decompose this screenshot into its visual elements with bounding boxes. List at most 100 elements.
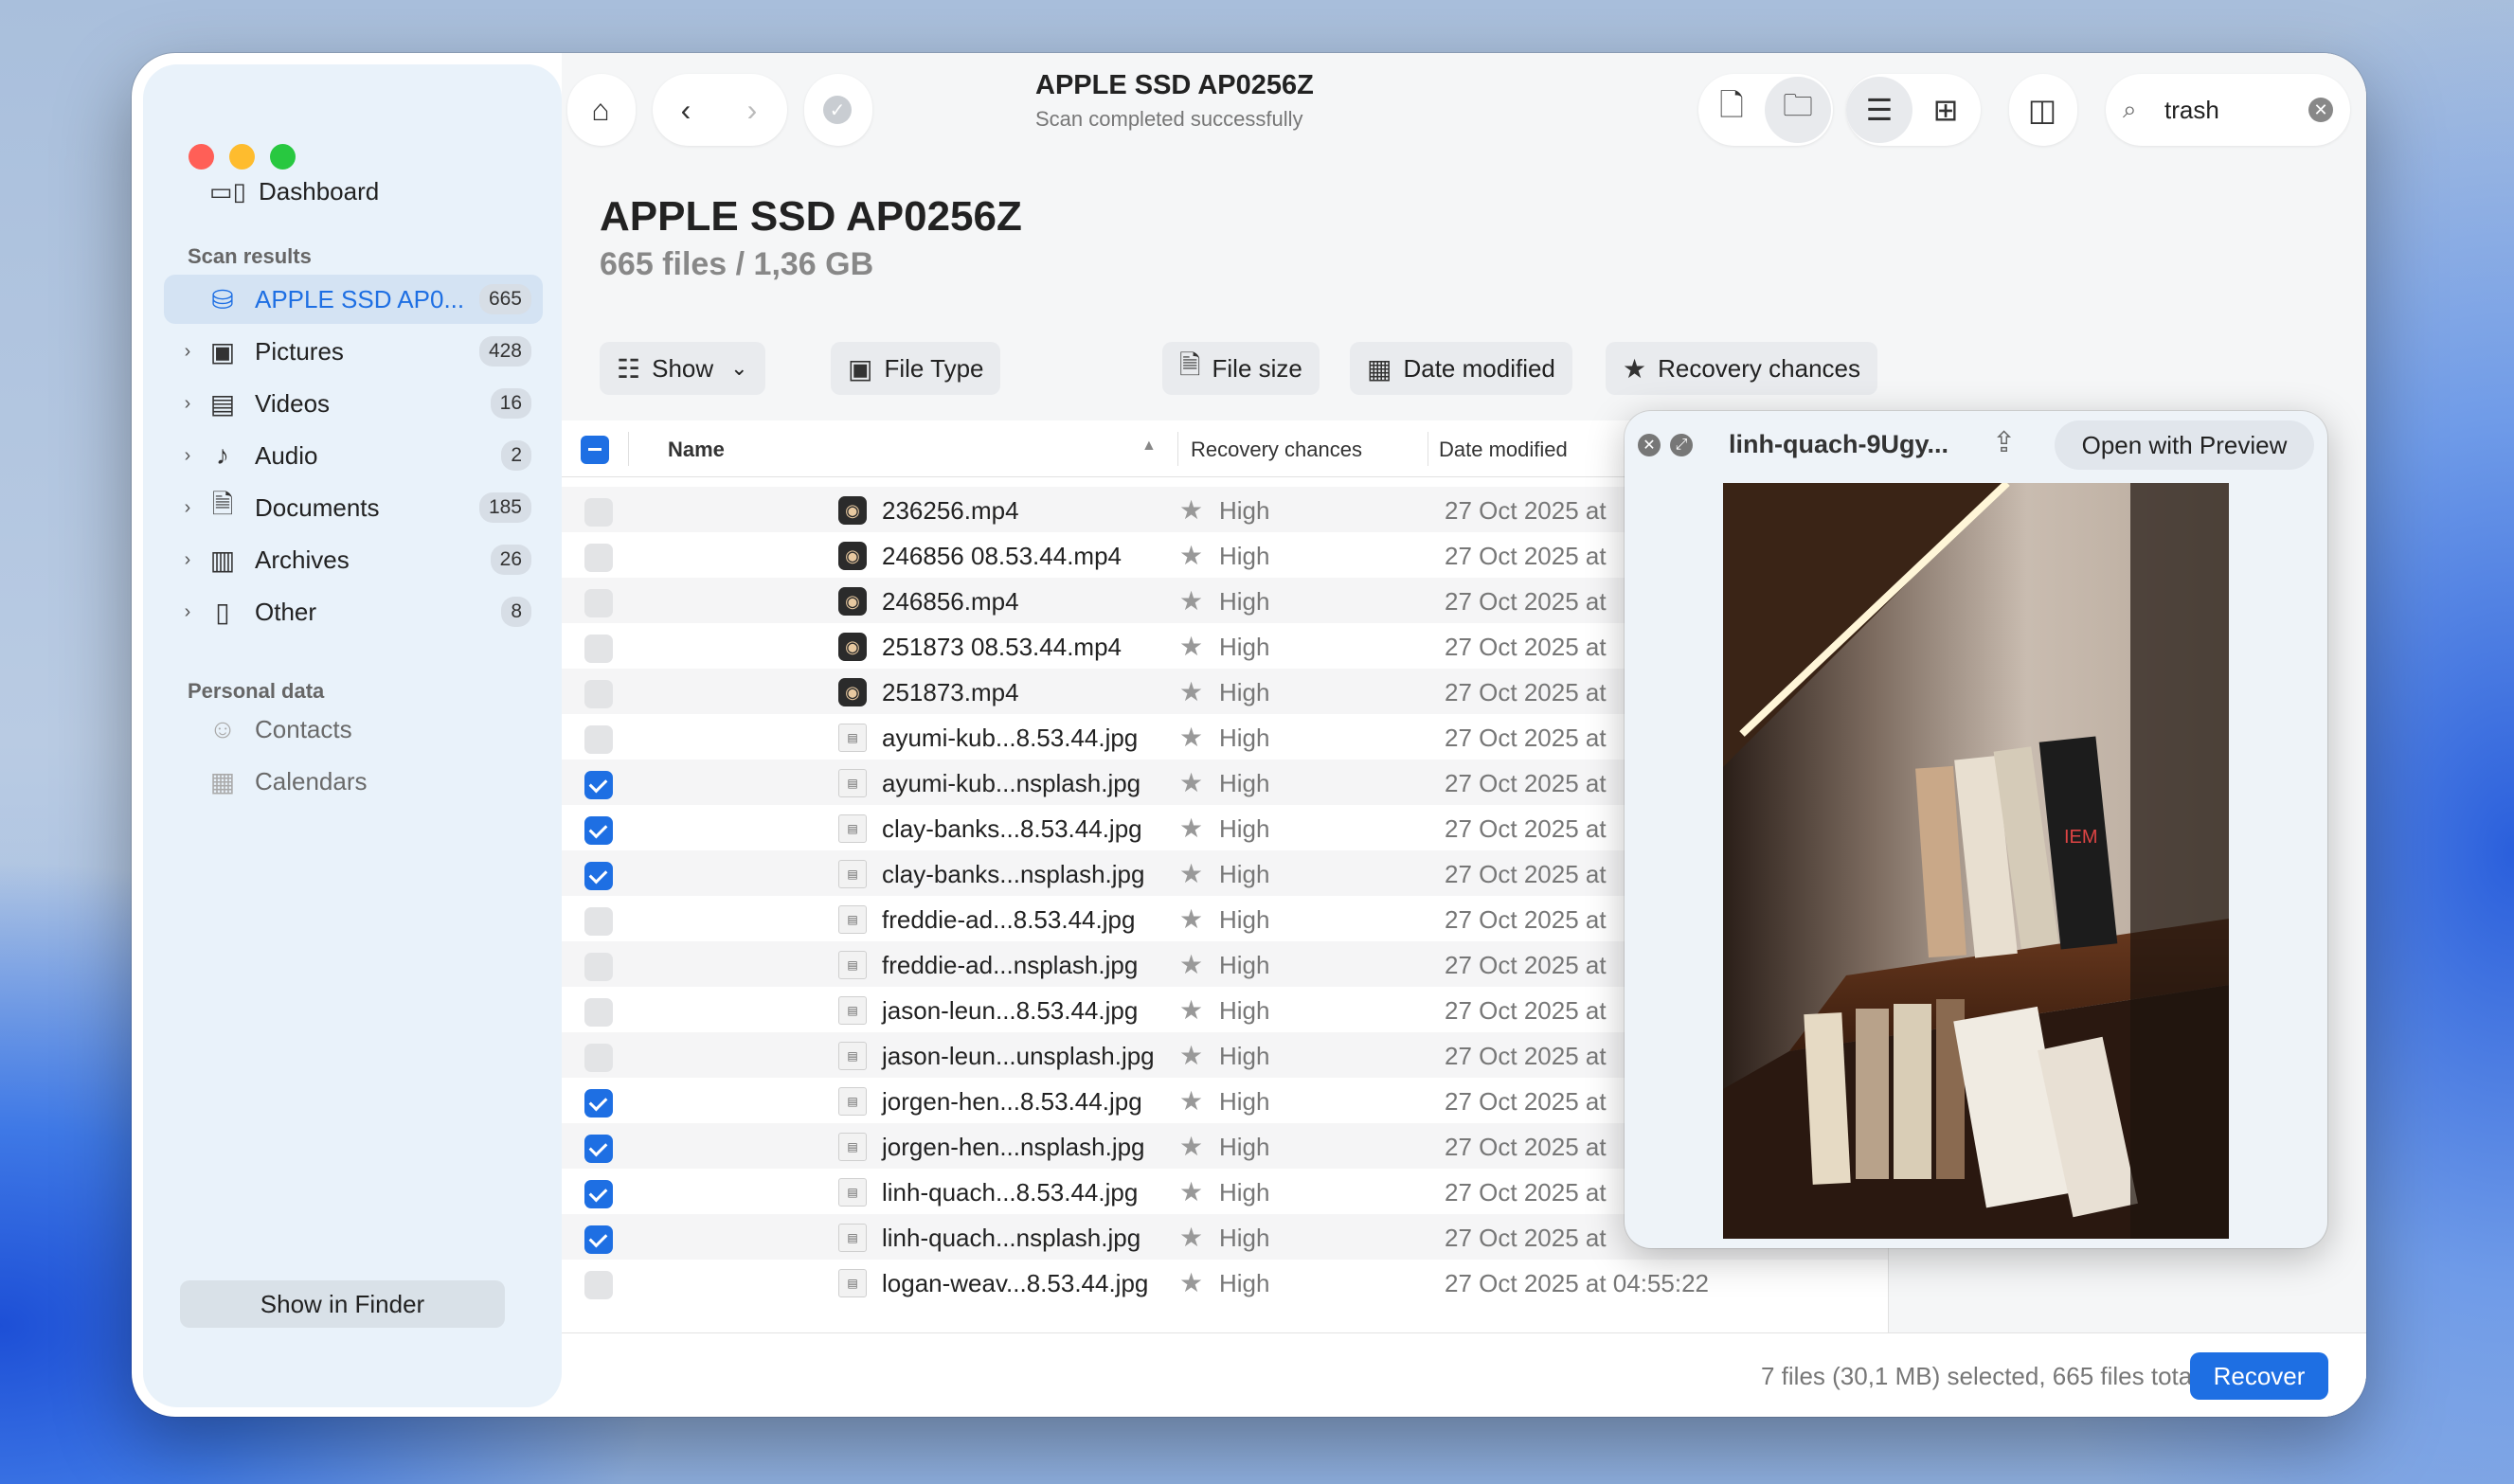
row-checkbox[interactable] — [584, 635, 613, 663]
star-icon: ★ — [1179, 814, 1204, 843]
recovery-chances-filter-button[interactable]: ★ Recovery chances — [1606, 342, 1877, 395]
star-icon: ★ — [1179, 1086, 1204, 1116]
recover-button[interactable]: Recover — [2190, 1352, 2328, 1400]
sidebar-item-contacts[interactable]: ☺ Contacts — [164, 705, 543, 754]
recovery-chance: High — [1219, 496, 1270, 525]
row-checkbox[interactable] — [584, 1180, 613, 1208]
sidebar-item-apple-ssd-ap0[interactable]: ⛁ APPLE SSD AP0... 665 — [164, 275, 543, 324]
share-icon[interactable]: ⇪ — [1992, 426, 2016, 459]
search-field[interactable]: ⌕ trash ✕ — [2106, 74, 2350, 146]
clear-search-button[interactable]: ✕ — [2308, 98, 2333, 122]
close-window-button[interactable] — [189, 144, 214, 170]
chevron-right-icon[interactable]: › — [175, 549, 200, 571]
date-modified: 27 Oct 2025 at — [1445, 496, 1607, 525]
row-checkbox[interactable] — [584, 544, 613, 572]
column-recovery[interactable]: Recovery chances — [1191, 438, 1362, 462]
chevron-right-icon[interactable]: › — [175, 445, 200, 467]
grid-view-button[interactable]: ⊞ — [1912, 77, 1979, 143]
date-modified: 27 Oct 2025 at — [1445, 724, 1607, 752]
row-checkbox[interactable] — [584, 589, 613, 617]
video-file-icon: ◉ — [838, 496, 867, 525]
row-checkbox[interactable] — [584, 862, 613, 890]
date-modified-filter-button[interactable]: ▦ Date modified — [1350, 342, 1572, 395]
date-modified: 27 Oct 2025 at — [1445, 1178, 1607, 1207]
home-icon: ⌂ — [591, 92, 610, 127]
image-file-icon: ▤ — [838, 1224, 867, 1252]
image-file-icon: ▤ — [838, 905, 867, 934]
recovery-chance: High — [1219, 1178, 1270, 1207]
sidebar-item-archives[interactable]: › ▥ Archives 26 — [164, 535, 543, 584]
quicklook-fullscreen-button[interactable]: ⤢ — [1670, 434, 1693, 456]
select-all-checkbox[interactable] — [581, 436, 609, 464]
video-file-icon: ◉ — [838, 633, 867, 661]
chevron-right-icon[interactable]: › — [175, 601, 200, 623]
calendars-icon: ▦ — [209, 766, 236, 796]
file-size-filter-button[interactable]: 🗎 File size — [1162, 342, 1320, 395]
recovery-chance: High — [1219, 1269, 1270, 1297]
sidebar-item-other[interactable]: › ▯ Other 8 — [164, 587, 543, 636]
checkmark-icon: ✓ — [804, 77, 871, 143]
row-checkbox[interactable] — [584, 998, 613, 1027]
minimize-window-button[interactable] — [229, 144, 255, 170]
chevron-right-icon[interactable]: › — [175, 341, 200, 363]
zoom-window-button[interactable] — [270, 144, 296, 170]
row-checkbox[interactable] — [584, 771, 613, 799]
image-file-icon: ▤ — [838, 724, 867, 752]
row-checkbox[interactable] — [584, 953, 613, 981]
row-checkbox[interactable] — [584, 1089, 613, 1117]
chevron-right-icon[interactable]: › — [175, 497, 200, 519]
open-with-preview-button[interactable]: Open with Preview — [2055, 420, 2314, 470]
date-modified: 27 Oct 2025 at — [1445, 1224, 1607, 1252]
selection-summary: 7 files (30,1 MB) selected, 665 files to… — [1760, 1362, 2198, 1390]
folder-view-button[interactable]: 🗀 — [1765, 77, 1831, 143]
toolbar-subtitle: Scan completed successfully — [1035, 107, 1303, 131]
sidebar-item-dashboard[interactable]: ▭▯ Dashboard — [209, 172, 379, 210]
column-date[interactable]: Date modified — [1439, 438, 1568, 462]
row-checkbox[interactable] — [584, 1271, 613, 1299]
row-checkbox[interactable] — [584, 1225, 613, 1254]
preview-panel-button[interactable]: ◫ — [2009, 74, 2077, 146]
image-file-icon: ▤ — [838, 769, 867, 797]
sidebar-item-pictures[interactable]: › ▣ Pictures 428 — [164, 327, 543, 376]
show-in-finder-button[interactable]: Show in Finder — [180, 1280, 505, 1328]
file-type-filter-button[interactable]: ▣ File Type — [831, 342, 1001, 395]
column-name[interactable]: Name — [668, 438, 725, 462]
count-badge: 665 — [478, 284, 531, 314]
file-view-button[interactable]: 🗋 — [1698, 77, 1765, 143]
row-checkbox[interactable] — [584, 498, 613, 527]
table-row[interactable]: ▤ logan-weav...8.53.44.jpg ★ High 27 Oct 202… — [562, 1260, 1888, 1305]
count-badge: 16 — [490, 388, 531, 419]
image-icon: ▣ — [848, 353, 873, 384]
show-filter-button[interactable]: ☷ Show ⌄ — [600, 342, 765, 395]
sidebar-item-label: Calendars — [255, 766, 368, 796]
row-checkbox[interactable] — [584, 1044, 613, 1072]
count-badge: 185 — [478, 492, 531, 523]
star-icon: ★ — [1179, 1268, 1204, 1297]
sidebar-item-audio[interactable]: › ♪ Audio 2 — [164, 431, 543, 480]
recovery-chance: High — [1219, 996, 1270, 1025]
sidebar-item-documents[interactable]: › 🗎 Documents 185 — [164, 483, 543, 532]
back-button[interactable]: ‹ — [653, 77, 719, 143]
footer-bar: 7 files (30,1 MB) selected, 665 files to… — [562, 1332, 2366, 1417]
chevron-right-icon[interactable]: › — [175, 393, 200, 415]
date-modified: 27 Oct 2025 at — [1445, 633, 1607, 661]
sidebar-item-calendars[interactable]: ▦ Calendars — [164, 757, 543, 806]
home-button[interactable]: ⌂ — [567, 74, 636, 146]
row-checkbox[interactable] — [584, 1135, 613, 1163]
forward-button[interactable]: › — [719, 77, 785, 143]
search-input[interactable]: trash — [2164, 96, 2308, 125]
recovery-chance: High — [1219, 905, 1270, 934]
file-name: ayumi-kub...nsplash.jpg — [882, 769, 1141, 797]
file-name: jason-leun...unsplash.jpg — [882, 1042, 1155, 1070]
scan-status-button[interactable]: ✓ — [804, 74, 872, 146]
audio-icon: ♪ — [216, 440, 229, 470]
quicklook-filename: linh-quach-9Ugy... — [1729, 430, 1949, 458]
image-file-icon: ▤ — [838, 814, 867, 843]
row-checkbox[interactable] — [584, 816, 613, 845]
row-checkbox[interactable] — [584, 680, 613, 708]
quicklook-close-button[interactable]: ✕ — [1638, 434, 1661, 456]
row-checkbox[interactable] — [584, 907, 613, 936]
list-view-button[interactable]: ☰ — [1846, 77, 1912, 143]
row-checkbox[interactable] — [584, 725, 613, 754]
sidebar-item-videos[interactable]: › ▤ Videos 16 — [164, 379, 543, 428]
